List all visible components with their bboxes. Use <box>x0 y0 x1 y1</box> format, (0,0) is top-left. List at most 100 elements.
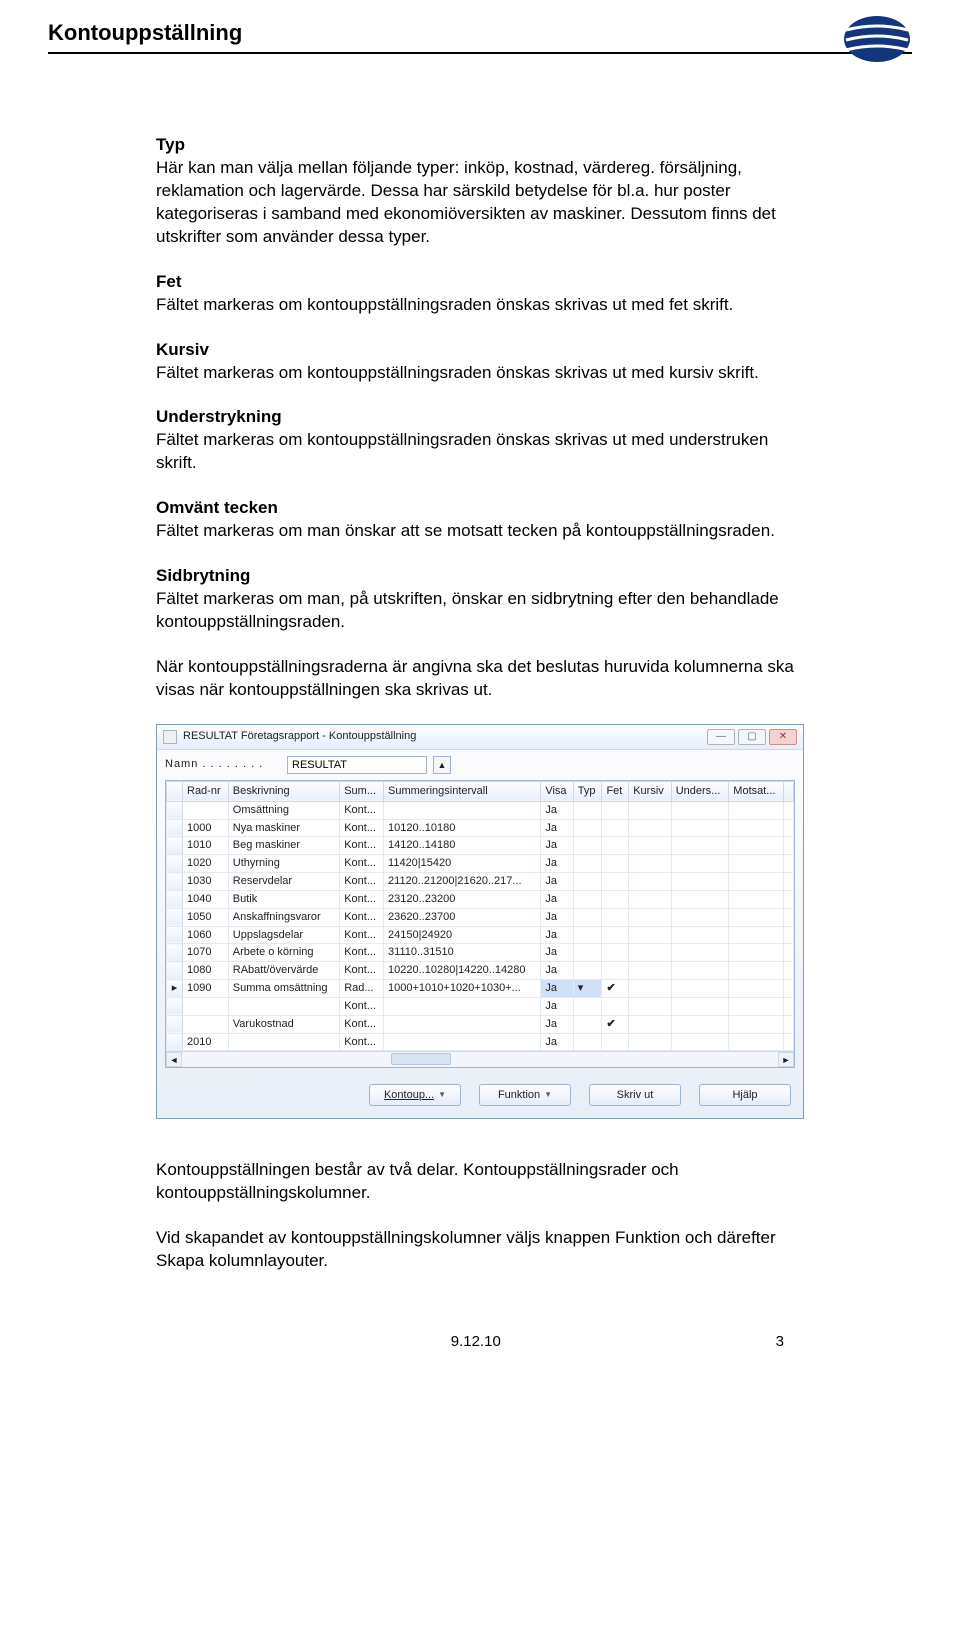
cell[interactable] <box>784 837 794 855</box>
cell[interactable]: Kont... <box>340 944 384 962</box>
row-marker[interactable] <box>167 855 183 873</box>
cell[interactable] <box>183 801 229 819</box>
cell[interactable] <box>671 801 729 819</box>
column-header[interactable]: Unders... <box>671 781 729 801</box>
cell[interactable] <box>602 801 629 819</box>
cell[interactable] <box>629 926 671 944</box>
cell[interactable] <box>629 1015 671 1033</box>
cell[interactable] <box>629 980 671 998</box>
cell[interactable] <box>729 819 784 837</box>
cell[interactable] <box>602 997 629 1015</box>
cell[interactable] <box>671 997 729 1015</box>
cell[interactable] <box>573 890 602 908</box>
cell[interactable]: 1060 <box>183 926 229 944</box>
cell[interactable] <box>729 890 784 908</box>
row-marker[interactable] <box>167 962 183 980</box>
cell[interactable] <box>384 801 541 819</box>
cell[interactable] <box>671 1033 729 1051</box>
cell[interactable]: 1000+1010+1020+1030+... <box>384 980 541 998</box>
row-marker[interactable] <box>167 837 183 855</box>
cell[interactable] <box>602 855 629 873</box>
cell[interactable] <box>602 873 629 891</box>
cell[interactable] <box>602 962 629 980</box>
cell[interactable] <box>671 944 729 962</box>
cell[interactable]: Ja <box>541 926 573 944</box>
cell[interactable]: Summa omsättning <box>228 980 339 998</box>
cell[interactable]: 21120..21200|21620..217... <box>384 873 541 891</box>
cell[interactable] <box>784 873 794 891</box>
cell[interactable]: RAbatt/övervärde <box>228 962 339 980</box>
cell[interactable]: Rad... <box>340 980 384 998</box>
cell[interactable]: Ja <box>541 944 573 962</box>
cell[interactable]: 11420|15420 <box>384 855 541 873</box>
cell[interactable] <box>784 980 794 998</box>
row-marker[interactable] <box>167 819 183 837</box>
cell[interactable] <box>784 997 794 1015</box>
row-marker[interactable] <box>167 926 183 944</box>
cell[interactable]: Kont... <box>340 926 384 944</box>
cell[interactable] <box>602 926 629 944</box>
maximize-button[interactable]: ▢ <box>738 729 766 745</box>
cell[interactable]: Reservdelar <box>228 873 339 891</box>
cell[interactable]: Anskaffningsvaror <box>228 908 339 926</box>
row-marker[interactable]: ▸ <box>167 980 183 998</box>
cell[interactable] <box>671 980 729 998</box>
cell[interactable]: 31110..31510 <box>384 944 541 962</box>
cell[interactable]: 23620..23700 <box>384 908 541 926</box>
cell[interactable] <box>629 855 671 873</box>
data-grid[interactable]: Rad-nrBeskrivningSum...Summeringsinterva… <box>166 781 794 1052</box>
cell[interactable]: 1090 <box>183 980 229 998</box>
cell[interactable]: Kont... <box>340 837 384 855</box>
scroll-thumb[interactable] <box>391 1053 451 1065</box>
cell[interactable] <box>729 837 784 855</box>
cell[interactable]: 1030 <box>183 873 229 891</box>
cell[interactable] <box>183 997 229 1015</box>
cell[interactable]: Ja <box>541 890 573 908</box>
cell[interactable]: 1000 <box>183 819 229 837</box>
cell[interactable] <box>573 1015 602 1033</box>
cell[interactable] <box>228 1033 339 1051</box>
hjalp-button[interactable]: Hjälp <box>699 1084 791 1106</box>
cell[interactable]: 1080 <box>183 962 229 980</box>
row-marker[interactable] <box>167 1033 183 1051</box>
funktion-button[interactable]: Funktion▼ <box>479 1084 571 1106</box>
cell[interactable] <box>384 997 541 1015</box>
table-row[interactable]: 1070Arbete o körningKont...31110..31510J… <box>167 944 794 962</box>
cell[interactable] <box>784 908 794 926</box>
table-row[interactable]: 1040ButikKont...23120..23200Ja <box>167 890 794 908</box>
cell[interactable] <box>629 962 671 980</box>
cell[interactable]: 1070 <box>183 944 229 962</box>
cell[interactable]: Kont... <box>340 1015 384 1033</box>
cell[interactable] <box>228 997 339 1015</box>
cell[interactable] <box>573 1033 602 1051</box>
cell[interactable] <box>671 855 729 873</box>
cell[interactable] <box>671 890 729 908</box>
cell[interactable] <box>602 890 629 908</box>
cell[interactable] <box>671 873 729 891</box>
table-row[interactable]: 1050AnskaffningsvarorKont...23620..23700… <box>167 908 794 926</box>
cell[interactable]: ✔ <box>602 1015 629 1033</box>
table-row[interactable]: ▸1090Summa omsättningRad...1000+1010+102… <box>167 980 794 998</box>
cell[interactable]: 1040 <box>183 890 229 908</box>
cell[interactable]: Ja <box>541 997 573 1015</box>
cell[interactable] <box>573 819 602 837</box>
cell[interactable] <box>671 1015 729 1033</box>
cell[interactable]: 24150|24920 <box>384 926 541 944</box>
cell[interactable] <box>729 962 784 980</box>
cell[interactable]: Ja <box>541 962 573 980</box>
table-row[interactable]: Kont... Ja <box>167 997 794 1015</box>
cell[interactable]: Kont... <box>340 997 384 1015</box>
cell[interactable] <box>629 873 671 891</box>
cell[interactable] <box>671 926 729 944</box>
cell[interactable] <box>729 944 784 962</box>
cell[interactable] <box>729 997 784 1015</box>
cell[interactable] <box>573 997 602 1015</box>
cell[interactable]: Kont... <box>340 855 384 873</box>
table-row[interactable]: 1030ReservdelarKont...21120..21200|21620… <box>167 873 794 891</box>
cell[interactable] <box>784 962 794 980</box>
cell[interactable] <box>183 1015 229 1033</box>
cell[interactable] <box>671 908 729 926</box>
row-marker[interactable] <box>167 997 183 1015</box>
column-header[interactable]: Beskrivning <box>228 781 339 801</box>
cell[interactable]: Uthyrning <box>228 855 339 873</box>
